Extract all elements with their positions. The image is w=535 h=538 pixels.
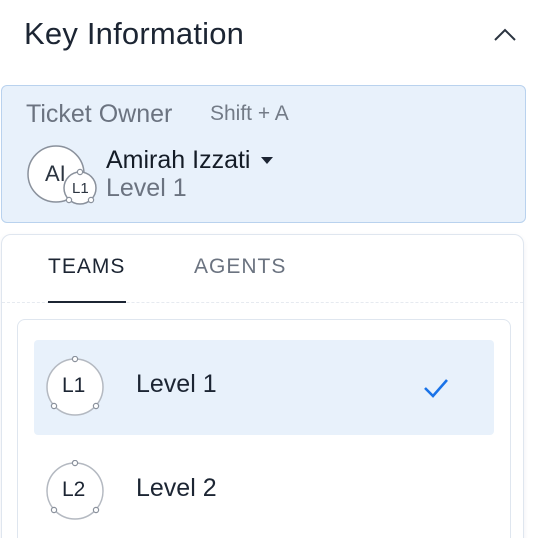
owner-name: Amirah Izzati — [106, 145, 251, 174]
ticket-owner-label: Ticket Owner — [26, 100, 173, 128]
key-information-panel: Key Information Ticket Owner Shift + A A… — [0, 0, 535, 538]
owner-avatar: AI L1 — [26, 144, 100, 208]
team-list: L1 Level 1 L2 Level 2 — [17, 319, 511, 538]
list-item-level-1[interactable]: L1 Level 1 — [34, 340, 494, 435]
team-badge-label: L1 — [62, 374, 86, 397]
owner-name-row[interactable]: Amirah Izzati — [106, 144, 274, 176]
panel-header: Key Information — [0, 0, 535, 72]
check-icon — [424, 379, 448, 398]
team-avatar: L1 — [44, 355, 106, 418]
owner-dropdown: TEAMS AGENTS L1 Level 1 L2 Level 2 — [1, 234, 524, 538]
team-badge: L1 — [72, 180, 89, 197]
team-avatar: L2 — [44, 459, 106, 522]
active-tab-indicator — [48, 301, 126, 303]
dropdown-tabs: TEAMS AGENTS — [2, 235, 523, 303]
tab-agents[interactable]: AGENTS — [194, 255, 286, 279]
tab-teams[interactable]: TEAMS — [48, 255, 125, 279]
ticket-owner-field[interactable]: Ticket Owner Shift + A AI L1 Amirah Izza… — [1, 85, 526, 223]
team-label: Level 1 — [136, 370, 217, 398]
avatar-initials: AI — [45, 161, 66, 186]
team-label: Level 2 — [136, 474, 217, 502]
chevron-up-icon[interactable] — [490, 22, 520, 46]
panel-title: Key Information — [24, 16, 245, 51]
list-item-level-2[interactable]: L2 Level 2 — [34, 444, 494, 538]
caret-down-icon[interactable] — [260, 155, 274, 165]
team-badge-label: L2 — [62, 478, 86, 501]
keyboard-shortcut-hint: Shift + A — [210, 102, 289, 125]
owner-level: Level 1 — [106, 174, 187, 202]
